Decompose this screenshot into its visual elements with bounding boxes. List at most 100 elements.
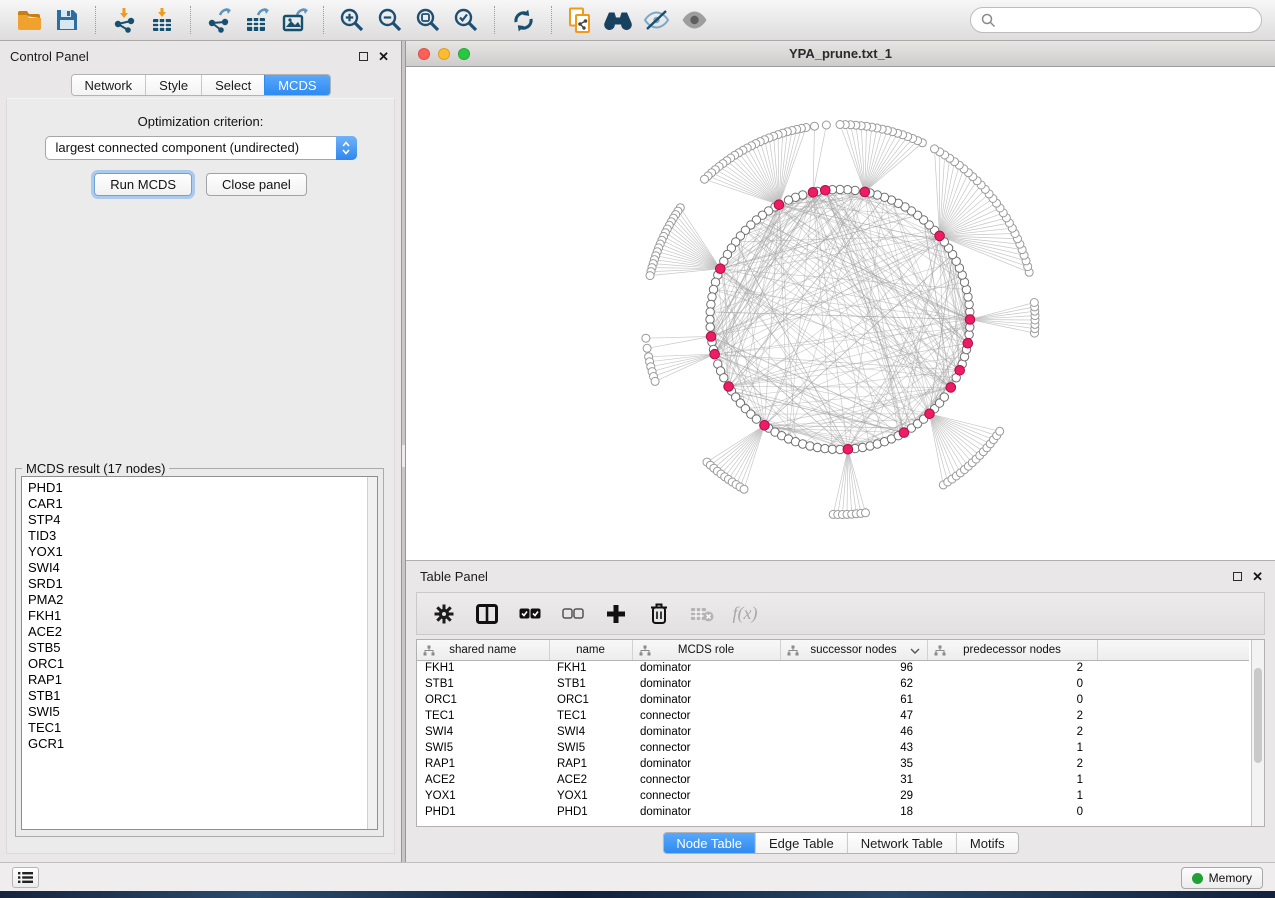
network-window-title: YPA_prune.txt_1 <box>406 46 1275 61</box>
mcds-result-item[interactable]: STP4 <box>28 512 367 528</box>
search-network-button[interactable] <box>601 3 635 37</box>
search-input[interactable] <box>1002 12 1251 29</box>
deselect-all-button[interactable] <box>560 601 586 627</box>
memory-status-dot <box>1192 873 1203 884</box>
table-row[interactable]: YOX1YOX1connector291 <box>417 788 1249 804</box>
import-network-icon <box>111 7 137 33</box>
function-builder-button[interactable]: f(x) <box>732 601 758 627</box>
show-all-icon <box>681 10 708 30</box>
copy-network-button[interactable] <box>563 3 597 37</box>
network-window-titlebar[interactable]: YPA_prune.txt_1 <box>406 41 1275 67</box>
column-header-successor-nodes[interactable]: successor nodes <box>780 640 927 660</box>
minimize-window-icon[interactable] <box>438 48 450 60</box>
column-header-predecessor-nodes[interactable]: predecessor nodes <box>927 640 1097 660</box>
table-scrollbar[interactable] <box>1251 640 1264 826</box>
mcds-result-item[interactable]: SWI5 <box>28 704 367 720</box>
table-settings-button[interactable] <box>431 601 457 627</box>
close-panel-icon[interactable]: ✕ <box>1252 570 1263 583</box>
delete-column-button[interactable] <box>646 601 672 627</box>
import-network-button[interactable] <box>107 3 141 37</box>
mcds-result-scrollbar[interactable] <box>367 477 377 829</box>
table-row[interactable]: ORC1ORC1dominator610 <box>417 692 1249 708</box>
mcds-result-item[interactable]: PMA2 <box>28 592 367 608</box>
save-icon <box>55 8 79 32</box>
mcds-result-item[interactable]: PHD1 <box>28 480 367 496</box>
table-panel: Table Panel ✕ <box>406 560 1275 862</box>
mcds-result-item[interactable]: STB5 <box>28 640 367 656</box>
export-table-button[interactable] <box>240 3 274 37</box>
export-network-button[interactable] <box>202 3 236 37</box>
delete-table-button[interactable] <box>689 601 715 627</box>
table-row[interactable]: SWI4SWI4dominator462 <box>417 724 1249 740</box>
tab-mcds[interactable]: MCDS <box>264 75 329 95</box>
hide-unselected-icon <box>643 9 670 31</box>
mcds-result-item[interactable]: RAP1 <box>28 672 367 688</box>
select-all-icon <box>519 608 541 619</box>
mcds-result-item[interactable]: CAR1 <box>28 496 367 512</box>
tab-network[interactable]: Network <box>71 75 145 95</box>
optimization-criterion-select[interactable]: largest connected component (undirected) <box>45 136 357 160</box>
table-toolbar: f(x) <box>416 592 1265 635</box>
close-panel-button[interactable]: Close panel <box>206 173 307 196</box>
mcds-result-item[interactable]: TEC1 <box>28 720 367 736</box>
export-network-icon <box>206 7 232 33</box>
table-row[interactable]: PHD1PHD1dominator180 <box>417 804 1249 820</box>
zoom-in-button[interactable] <box>335 3 369 37</box>
table-scrollbar-thumb[interactable] <box>1254 668 1262 763</box>
import-table-button[interactable] <box>145 3 179 37</box>
column-header-shared-name[interactable]: shared name <box>417 640 549 660</box>
zoom-in-icon <box>339 7 365 33</box>
table-row[interactable]: SWI5SWI5connector431 <box>417 740 1249 756</box>
add-column-button[interactable] <box>603 601 629 627</box>
open-button[interactable] <box>12 3 46 37</box>
table-row[interactable]: ACE2ACE2connector311 <box>417 772 1249 788</box>
zoom-fit-button[interactable] <box>411 3 445 37</box>
float-panel-icon[interactable] <box>359 52 368 61</box>
select-all-button[interactable] <box>517 601 543 627</box>
table-row[interactable]: TEC1TEC1connector472 <box>417 708 1249 724</box>
zoom-out-button[interactable] <box>373 3 407 37</box>
mcds-result-item[interactable]: SRD1 <box>28 576 367 592</box>
node-table-grid[interactable]: shared namenameMCDS rolesuccessor nodesp… <box>417 640 1249 820</box>
mcds-result-list[interactable]: PHD1CAR1STP4TID3YOX1SWI4SRD1PMA2FKH1ACE2… <box>21 476 378 830</box>
control-panel-tabs: Network Style Select MCDS <box>70 74 330 96</box>
export-image-button[interactable] <box>278 3 312 37</box>
mcds-result-item[interactable]: TID3 <box>28 528 367 544</box>
memory-button[interactable]: Memory <box>1181 867 1263 889</box>
mcds-result-item[interactable]: STB1 <box>28 688 367 704</box>
mcds-result-item[interactable]: GCR1 <box>28 736 367 752</box>
zoom-selected-button[interactable] <box>449 3 483 37</box>
table-row[interactable]: RAP1RAP1dominator352 <box>417 756 1249 772</box>
show-columns-button[interactable] <box>474 601 500 627</box>
run-mcds-button[interactable]: Run MCDS <box>94 173 192 196</box>
refresh-button[interactable] <box>506 3 540 37</box>
tab-select[interactable]: Select <box>201 75 264 95</box>
task-history-button[interactable] <box>12 867 39 888</box>
save-button[interactable] <box>50 3 84 37</box>
hide-unselected-button[interactable] <box>639 3 673 37</box>
column-header-MCDS-role[interactable]: MCDS role <box>632 640 780 660</box>
application-window: Control Panel ✕ Network Style Select MCD… <box>0 0 1275 898</box>
tab-edge-table[interactable]: Edge Table <box>755 833 847 853</box>
tab-motifs[interactable]: Motifs <box>956 833 1018 853</box>
table-row[interactable]: STB1STB1dominator620 <box>417 676 1249 692</box>
tab-network-table[interactable]: Network Table <box>847 833 956 853</box>
column-header-name[interactable]: name <box>549 640 632 660</box>
tab-style[interactable]: Style <box>145 75 201 95</box>
tab-node-table[interactable]: Node Table <box>663 833 755 853</box>
network-canvas[interactable] <box>406 67 1275 560</box>
maximize-window-icon[interactable] <box>458 48 470 60</box>
mcds-result-item[interactable]: ORC1 <box>28 656 367 672</box>
control-panel-title: Control Panel <box>10 49 89 64</box>
mcds-result-item[interactable]: ACE2 <box>28 624 367 640</box>
show-all-button[interactable] <box>677 3 711 37</box>
mcds-result-item[interactable]: YOX1 <box>28 544 367 560</box>
search-field[interactable] <box>970 7 1262 33</box>
float-panel-icon[interactable] <box>1233 572 1242 581</box>
main-toolbar <box>0 0 1275 41</box>
table-row[interactable]: FKH1FKH1dominator962 <box>417 660 1249 676</box>
close-panel-icon[interactable]: ✕ <box>378 50 389 63</box>
mcds-result-item[interactable]: FKH1 <box>28 608 367 624</box>
mcds-result-item[interactable]: SWI4 <box>28 560 367 576</box>
close-window-icon[interactable] <box>418 48 430 60</box>
